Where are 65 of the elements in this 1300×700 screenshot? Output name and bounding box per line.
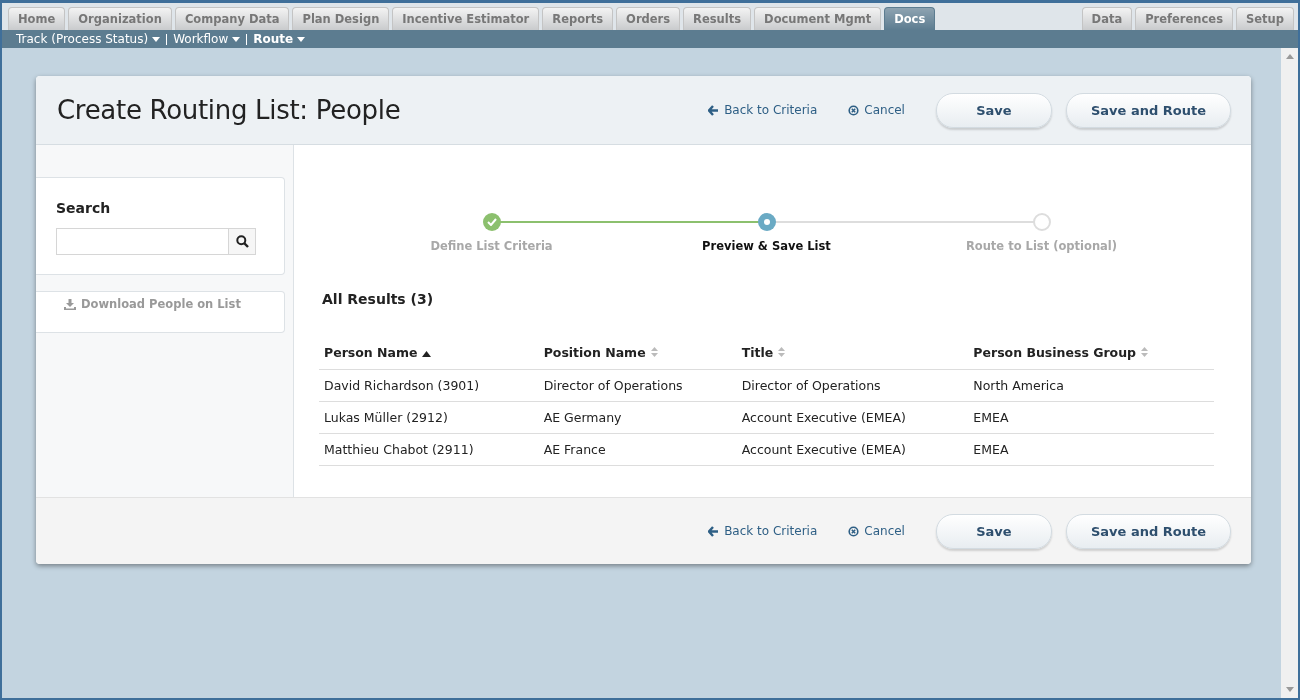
step-label: Route to List (optional) xyxy=(965,239,1118,253)
back-link[interactable]: Back to Criteria xyxy=(708,103,818,117)
results-heading: All Results (3) xyxy=(322,291,435,307)
column-header[interactable]: Title xyxy=(736,339,969,370)
cancel-link[interactable]: Cancel xyxy=(848,103,905,117)
back-arrow-icon xyxy=(708,104,720,116)
cancel-icon xyxy=(848,104,860,116)
search-label: Search xyxy=(56,200,112,216)
step-indicator xyxy=(757,213,776,231)
table-cell: Director of Operations xyxy=(538,369,737,402)
nav-tab[interactable]: Plan Design xyxy=(292,7,390,30)
save-and-route-button[interactable]: Save and Route xyxy=(1065,513,1231,549)
sort-icon xyxy=(1141,347,1149,357)
page-title: Create Routing List: People xyxy=(57,95,401,125)
step-label: Preview & Save List xyxy=(702,239,831,253)
sort-icon xyxy=(778,347,786,357)
table-cell: AE France xyxy=(538,433,737,466)
cancel-link[interactable]: Cancel xyxy=(848,524,905,538)
subnav-link[interactable]: Workflow xyxy=(173,32,241,46)
scrollbar[interactable] xyxy=(1281,48,1298,698)
nav-tab[interactable]: Docs xyxy=(884,7,936,30)
nav-tab[interactable]: Preferences xyxy=(1135,7,1233,30)
nav-tab[interactable]: Document Mgmt xyxy=(754,7,882,30)
caret-icon xyxy=(297,36,306,42)
subnav-link[interactable]: Track (Process Status) xyxy=(16,32,161,46)
table-cell: Account Executive (EMEA) xyxy=(736,433,969,466)
search-button[interactable] xyxy=(228,228,256,255)
search-icon xyxy=(235,235,249,248)
table-cell: EMEA xyxy=(968,433,1214,466)
caret-icon xyxy=(152,36,161,42)
nav-tab[interactable]: Company Data xyxy=(174,7,290,30)
table-cell: David Richardson (3901) xyxy=(319,369,539,402)
table-cell: Director of Operations xyxy=(736,369,969,402)
subnav-link[interactable]: Route xyxy=(253,32,306,46)
sort-up-icon xyxy=(422,351,432,357)
caret-icon xyxy=(232,36,241,42)
table-cell: Matthieu Chabot (2911) xyxy=(319,433,539,466)
scroll-up-icon[interactable] xyxy=(1285,54,1294,59)
column-header[interactable]: Person Name xyxy=(319,339,539,370)
table-cell: Account Executive (EMEA) xyxy=(736,401,969,434)
download-icon xyxy=(64,298,76,310)
column-header[interactable]: Person Business Group xyxy=(968,339,1214,370)
nav-tab[interactable]: Setup xyxy=(1236,7,1294,30)
back-link[interactable]: Back to Criteria xyxy=(708,524,818,538)
nav-tab[interactable]: Incentive Estimator xyxy=(392,7,540,30)
search-field[interactable] xyxy=(56,228,228,255)
table-cell: North America xyxy=(968,369,1214,402)
save-button[interactable]: Save xyxy=(935,513,1052,549)
back-arrow-icon xyxy=(708,525,720,537)
table-cell: EMEA xyxy=(968,401,1214,434)
nav-tab[interactable]: Organization xyxy=(68,7,172,30)
nav-tab[interactable]: Home xyxy=(8,7,66,30)
scroll-down-icon[interactable] xyxy=(1285,687,1294,692)
nav-tab[interactable]: Reports xyxy=(542,7,614,30)
save-and-route-button[interactable]: Save and Route xyxy=(1065,92,1231,128)
table-cell: AE Germany xyxy=(538,401,737,434)
nav-tab[interactable]: Orders xyxy=(616,7,681,30)
column-header[interactable]: Position Name xyxy=(538,339,737,370)
sort-icon xyxy=(650,347,658,357)
nav-tab[interactable]: Results xyxy=(683,7,752,30)
table-cell: Lukas Müller (2912) xyxy=(319,401,539,434)
step-label: Define List Criteria xyxy=(430,239,553,253)
cancel-icon xyxy=(848,525,860,537)
save-button[interactable]: Save xyxy=(935,92,1052,128)
nav-tab[interactable]: Data xyxy=(1081,7,1133,30)
